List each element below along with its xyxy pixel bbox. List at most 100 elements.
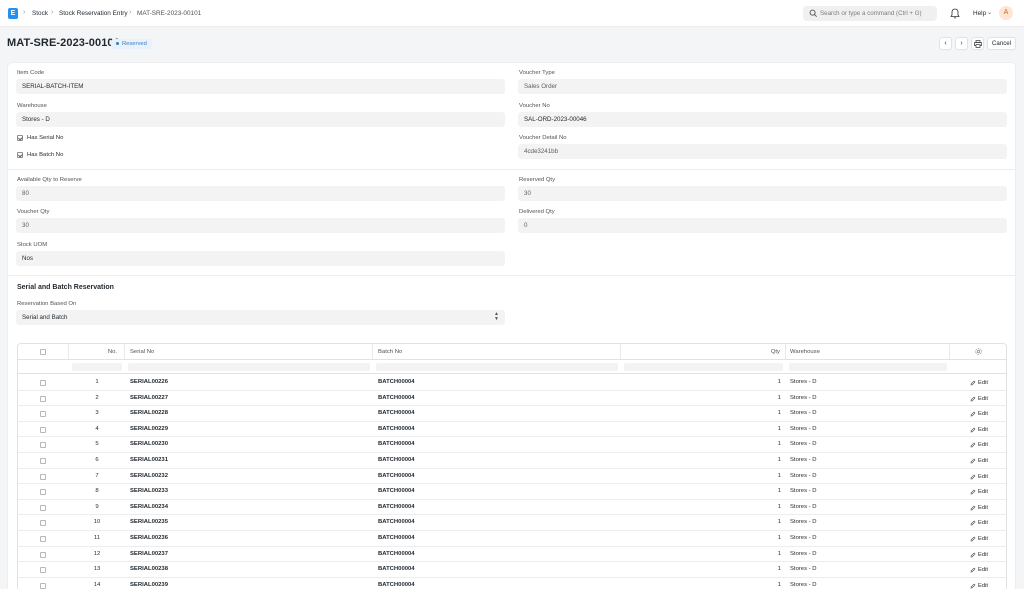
delivered-qty-field[interactable]: 0 [518,218,1007,233]
table-row[interactable]: 9 SERIAL00234 BATCH00004 1 Stores - D Ed… [18,500,1006,516]
row-warehouse[interactable]: Stores - D [790,473,817,479]
voucher-detail-no-field[interactable]: 4cde3241bb [518,144,1007,159]
row-batch-no[interactable]: BATCH00004 [378,379,415,385]
table-row[interactable]: 7 SERIAL00232 BATCH00004 1 Stores - D Ed… [18,469,1006,485]
select-all-checkbox[interactable] [40,349,46,355]
row-serial-no[interactable]: SERIAL00238 [130,566,168,572]
print-button[interactable] [971,37,984,50]
row-edit-button[interactable]: Edit [978,489,988,495]
row-edit-button[interactable]: Edit [978,520,988,526]
row-checkbox[interactable] [40,411,46,418]
row-serial-no[interactable]: SERIAL00235 [130,519,168,525]
row-qty[interactable]: 1 [621,551,781,557]
next-doc-button[interactable]: › [955,37,968,50]
row-checkbox[interactable] [40,442,46,449]
row-batch-no[interactable]: BATCH00004 [378,504,415,510]
row-warehouse[interactable]: Stores - D [790,426,817,432]
table-row[interactable]: 11 SERIAL00236 BATCH00004 1 Stores - D E… [18,531,1006,547]
row-qty[interactable]: 1 [621,379,781,385]
row-serial-no[interactable]: SERIAL00227 [130,395,168,401]
row-edit-button[interactable]: Edit [978,396,988,402]
voucher-no-field[interactable]: SAL-ORD-2023-00046 [518,112,1007,127]
table-row[interactable]: 3 SERIAL00228 BATCH00004 1 Stores - D Ed… [18,406,1006,422]
table-row[interactable]: 4 SERIAL00229 BATCH00004 1 Stores - D Ed… [18,422,1006,438]
breadcrumb-stock-reservation-entry[interactable]: Stock Reservation Entry [59,10,128,17]
avatar[interactable]: A [999,6,1013,20]
row-batch-no[interactable]: BATCH00004 [378,566,415,572]
row-qty[interactable]: 1 [621,535,781,541]
filter-input-no[interactable] [72,363,122,371]
row-checkbox[interactable] [40,489,46,496]
filter-input-qty[interactable] [624,363,783,371]
breadcrumb-stock[interactable]: Stock [32,10,48,17]
row-qty[interactable]: 1 [621,395,781,401]
row-batch-no[interactable]: BATCH00004 [378,410,415,416]
search-input[interactable]: Search or type a command (Ctrl + G) [820,10,922,17]
warehouse-field[interactable]: Stores - D [16,112,505,127]
row-checkbox[interactable] [40,567,46,574]
row-serial-no[interactable]: SERIAL00230 [130,441,168,447]
row-serial-no[interactable]: SERIAL00232 [130,473,168,479]
filter-input-warehouse[interactable] [789,363,947,371]
voucher-qty-field[interactable]: 30 [16,218,505,233]
has-batch-no-checkbox[interactable] [17,152,23,158]
row-qty[interactable]: 1 [621,426,781,432]
row-edit-button[interactable]: Edit [978,552,988,558]
row-serial-no[interactable]: SERIAL00228 [130,410,168,416]
reserved-qty-field[interactable]: 30 [518,186,1007,201]
row-edit-button[interactable]: Edit [978,380,988,386]
row-warehouse[interactable]: Stores - D [790,504,817,510]
row-checkbox[interactable] [40,395,46,402]
row-serial-no[interactable]: SERIAL00226 [130,379,168,385]
voucher-type-field[interactable]: Sales Order [518,79,1007,94]
cancel-button[interactable]: Cancel [987,37,1016,50]
row-qty[interactable]: 1 [621,488,781,494]
item-code-field[interactable]: SERIAL-BATCH-ITEM [16,79,505,94]
row-edit-button[interactable]: Edit [978,474,988,480]
filter-input-batch-no[interactable] [376,363,618,371]
row-qty[interactable]: 1 [621,457,781,463]
row-edit-button[interactable]: Edit [978,583,988,589]
row-qty[interactable]: 1 [621,582,781,588]
row-serial-no[interactable]: SERIAL00234 [130,504,168,510]
table-row[interactable]: 5 SERIAL00230 BATCH00004 1 Stores - D Ed… [18,437,1006,453]
available-qty-field[interactable]: 80 [16,186,505,201]
table-row[interactable]: 12 SERIAL00237 BATCH00004 1 Stores - D E… [18,547,1006,563]
row-batch-no[interactable]: BATCH00004 [378,457,415,463]
row-warehouse[interactable]: Stores - D [790,566,817,572]
table-row[interactable]: 8 SERIAL00233 BATCH00004 1 Stores - D Ed… [18,484,1006,500]
row-qty[interactable]: 1 [621,566,781,572]
row-checkbox[interactable] [40,536,46,542]
row-batch-no[interactable]: BATCH00004 [378,582,415,588]
row-batch-no[interactable]: BATCH00004 [378,519,415,525]
stock-uom-field[interactable]: Nos [16,251,505,266]
gear-icon[interactable] [975,348,982,355]
row-edit-button[interactable]: Edit [978,442,988,448]
app-logo[interactable]: E [8,8,18,19]
row-warehouse[interactable]: Stores - D [790,395,817,401]
row-warehouse[interactable]: Stores - D [790,551,817,557]
row-checkbox[interactable] [40,582,46,589]
row-checkbox[interactable] [40,473,46,480]
row-qty[interactable]: 1 [621,504,781,510]
row-batch-no[interactable]: BATCH00004 [378,473,415,479]
row-checkbox[interactable] [40,520,46,527]
row-batch-no[interactable]: BATCH00004 [378,426,415,432]
table-row[interactable]: 6 SERIAL00231 BATCH00004 1 Stores - D Ed… [18,453,1006,469]
row-edit-button[interactable]: Edit [978,411,988,417]
row-warehouse[interactable]: Stores - D [790,535,817,541]
row-warehouse[interactable]: Stores - D [790,379,817,385]
row-warehouse[interactable]: Stores - D [790,488,817,494]
table-row[interactable]: 2 SERIAL00227 BATCH00004 1 Stores - D Ed… [18,391,1006,407]
breadcrumb-current[interactable]: MAT-SRE-2023-00101 [137,10,201,17]
row-qty[interactable]: 1 [621,410,781,416]
row-qty[interactable]: 1 [621,441,781,447]
row-warehouse[interactable]: Stores - D [790,582,817,588]
table-row[interactable]: 10 SERIAL00235 BATCH00004 1 Stores - D E… [18,515,1006,531]
row-serial-no[interactable]: SERIAL00229 [130,426,168,432]
row-batch-no[interactable]: BATCH00004 [378,535,415,541]
row-warehouse[interactable]: Stores - D [790,410,817,416]
notification-bell-icon[interactable] [950,8,960,19]
row-batch-no[interactable]: BATCH00004 [378,488,415,494]
row-edit-button[interactable]: Edit [978,458,988,464]
